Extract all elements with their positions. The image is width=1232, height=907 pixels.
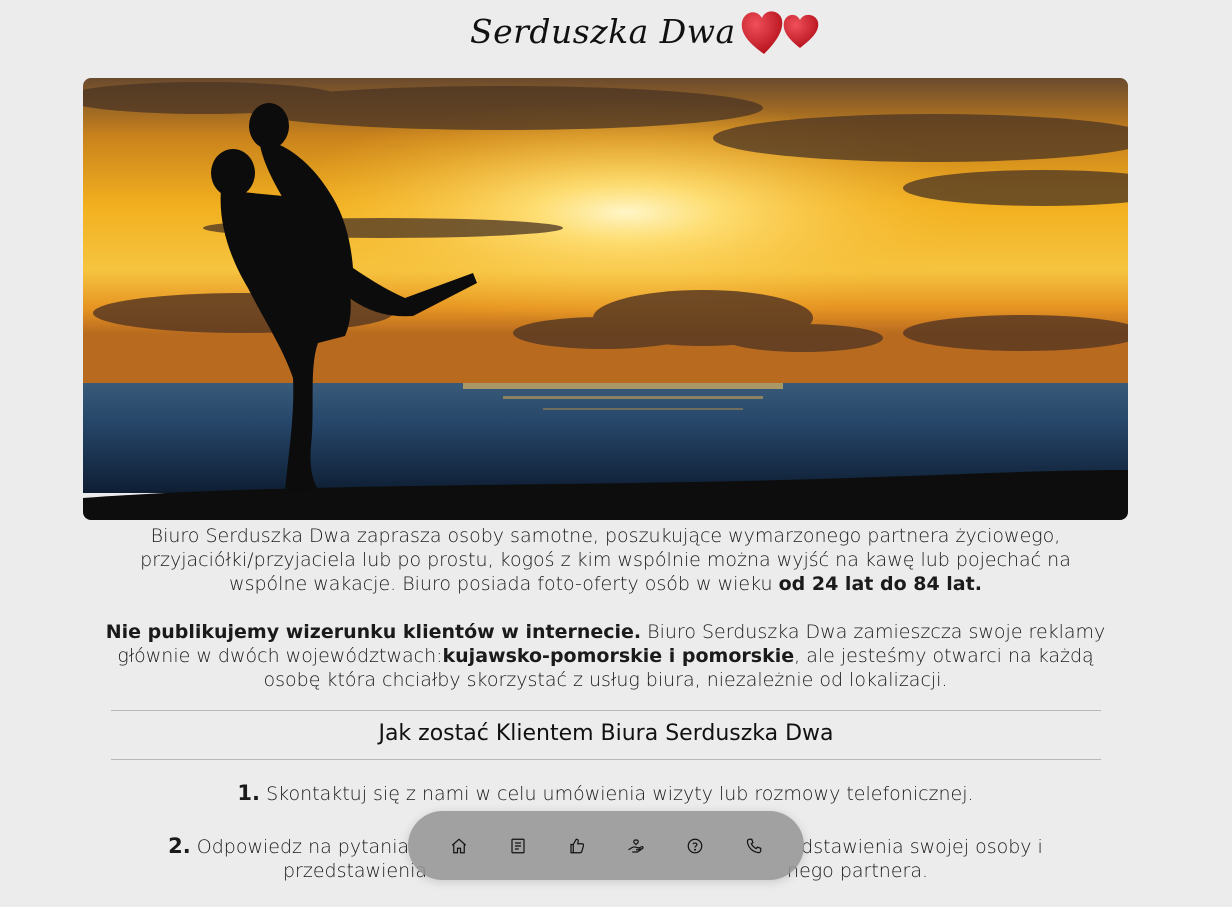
privacy-note: Nie publikujemy wizerunku klientów w int…: [105, 621, 642, 643]
hero-image: [83, 78, 1128, 520]
logo-text: Serduszka Dwa: [470, 12, 736, 51]
site-logo[interactable]: Serduszka Dwa: [470, 6, 822, 58]
nav-home[interactable]: [447, 834, 471, 858]
intro-paragraph-1: Biuro Serduszka Dwa zaprasza osoby samot…: [100, 524, 1111, 596]
header: Serduszka Dwa: [0, 0, 1232, 64]
hand-heart-icon: [627, 838, 644, 853]
step-number: 2.: [168, 834, 191, 858]
document-icon: [510, 838, 525, 853]
nav-about[interactable]: [506, 834, 530, 858]
help-icon: [687, 838, 702, 853]
nav-faq[interactable]: [683, 834, 707, 858]
nav-recommend[interactable]: [565, 834, 589, 858]
section-title: Jak zostać Klientem Biura Serduszka Dwa: [378, 721, 834, 746]
step-number: 1.: [237, 781, 261, 805]
thumbs-up-icon: [569, 838, 584, 853]
step-text-c: przedstawienia: [282, 860, 428, 882]
couple-silhouette-sunset-image: [83, 78, 1128, 520]
divider-top: [111, 710, 1101, 711]
intro-paragraph-2: Nie publikujemy wizerunku klientów w int…: [100, 620, 1111, 692]
intro-text: Biuro Serduszka Dwa zaprasza osoby samot…: [100, 524, 1111, 692]
step-text-b: dstawienia swojej osoby i: [801, 836, 1043, 858]
hearts-icon: [741, 11, 818, 55]
step-text: Skontaktuj się z nami w celu umówienia w…: [266, 783, 974, 805]
step-text-a: Odpowiedz na pytania: [196, 836, 410, 858]
step-1: 1. Skontaktuj się z nami w celu umówieni…: [100, 781, 1111, 806]
bottom-nav: [408, 811, 804, 880]
nav-contact[interactable]: [742, 834, 766, 858]
nav-offer[interactable]: [624, 834, 648, 858]
divider-bottom: [111, 759, 1101, 760]
step-text-d: nego partnera.: [787, 860, 929, 882]
home-icon: [451, 837, 466, 853]
regions: kujawsko-pomorskie i pomorskie: [442, 645, 795, 667]
phone-icon: [746, 838, 761, 853]
page: Serduszka Dwa Biuro Serduszka Dwa zapras…: [0, 0, 1232, 907]
age-range: od 24 lat do 84 lat.: [778, 573, 982, 595]
